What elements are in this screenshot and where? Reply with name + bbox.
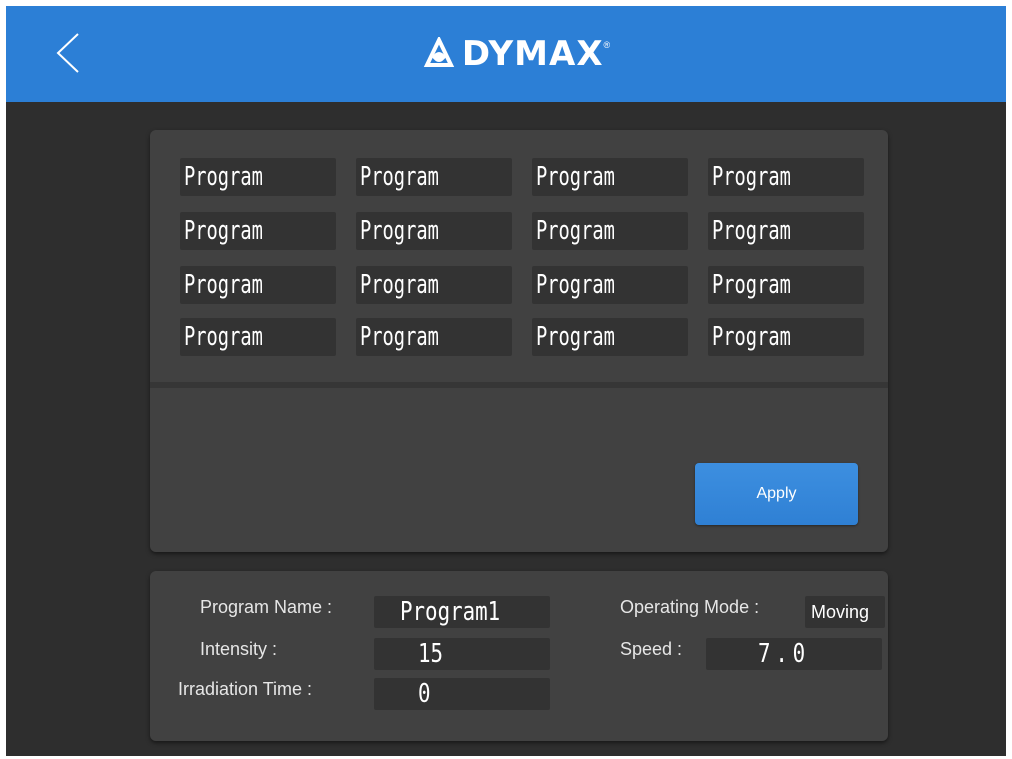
speed-value[interactable]: 7.0: [706, 638, 882, 670]
device-screen: DYMAX ® Program Program Program Program …: [6, 6, 1006, 756]
program-name-value[interactable]: Program1: [374, 596, 550, 628]
program-slot-10[interactable]: Program: [356, 266, 512, 304]
program-details-panel: Program Name : Program1 Intensity : 15 I…: [150, 571, 888, 741]
program-slot-6[interactable]: Program: [356, 212, 512, 250]
operating-mode-value[interactable]: Moving: [805, 596, 885, 628]
irradiation-time-value[interactable]: 0: [374, 678, 550, 710]
speed-label: Speed :: [620, 639, 683, 659]
intensity-label: Intensity :: [200, 639, 278, 659]
program-slot-14[interactable]: Program: [356, 318, 512, 356]
program-slot-15[interactable]: Program: [532, 318, 688, 356]
intensity-value[interactable]: 15: [374, 638, 550, 670]
program-slot-16[interactable]: Program: [708, 318, 864, 356]
program-slot-13[interactable]: Program: [180, 318, 336, 356]
logo-text: DYMAX: [461, 34, 604, 74]
program-slot-7[interactable]: Program: [532, 212, 688, 250]
chevron-left-icon: [56, 33, 79, 73]
dymax-logo: DYMAX ®: [391, 34, 641, 74]
program-slot-11[interactable]: Program: [532, 266, 688, 304]
irradiation-time-label: Irradiation Time :: [178, 679, 313, 699]
program-slot-4[interactable]: Program: [708, 158, 864, 196]
logo-registered-mark: ®: [603, 40, 611, 50]
program-selection-panel: Program Program Program Program Program …: [150, 130, 888, 552]
program-slot-1[interactable]: Program: [180, 158, 336, 196]
program-slot-3[interactable]: Program: [532, 158, 688, 196]
back-button[interactable]: [46, 28, 90, 78]
dymax-logo-mark-icon: [423, 37, 454, 67]
program-name-label: Program Name :: [200, 597, 333, 617]
program-slot-9[interactable]: Program: [180, 266, 336, 304]
panel-divider: [150, 382, 888, 388]
apply-button[interactable]: Apply: [695, 463, 858, 525]
program-slot-12[interactable]: Program: [708, 266, 864, 304]
top-bar: DYMAX ®: [6, 6, 1006, 102]
program-slot-5[interactable]: Program: [180, 212, 336, 250]
operating-mode-label: Operating Mode :: [620, 597, 760, 617]
program-slot-8[interactable]: Program: [708, 212, 864, 250]
program-slot-2[interactable]: Program: [356, 158, 512, 196]
